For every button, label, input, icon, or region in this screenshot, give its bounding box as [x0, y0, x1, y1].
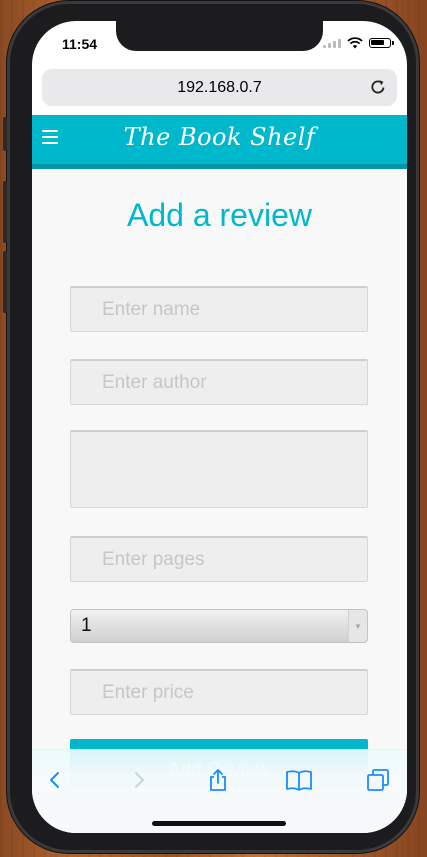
volume-down-button [3, 251, 7, 313]
rating-select[interactable]: 1 ▼ [70, 609, 368, 643]
review-form-area: Add a review 1 ▼ Add Review [32, 169, 407, 833]
back-icon[interactable] [44, 768, 68, 792]
description-textarea[interactable] [70, 430, 368, 508]
name-input[interactable] [70, 286, 368, 332]
tabs-icon[interactable] [366, 768, 390, 792]
phone-frame: 11:54 192.168.0.7 The Book Shelf Add a r… [3, 1, 419, 853]
signal-icon [323, 38, 341, 48]
pages-input[interactable] [70, 536, 368, 582]
forward-icon[interactable] [126, 768, 150, 792]
safari-toolbar [32, 749, 407, 833]
rating-value: 1 [81, 615, 92, 636]
screen: 11:54 192.168.0.7 The Book Shelf Add a r… [32, 21, 407, 833]
battery-icon [369, 38, 394, 48]
page-title: Add a review [127, 197, 312, 233]
status-icons [323, 36, 394, 50]
status-time: 11:54 [62, 36, 98, 52]
bookmarks-icon[interactable] [285, 768, 313, 792]
author-input[interactable] [70, 359, 368, 405]
site-brand[interactable]: The Book Shelf [32, 123, 407, 151]
reload-icon[interactable] [369, 78, 387, 96]
mute-switch [3, 117, 7, 151]
volume-up-button [3, 181, 7, 243]
home-indicator[interactable] [152, 821, 286, 826]
wifi-icon [347, 37, 363, 49]
notch [116, 21, 323, 51]
share-icon[interactable] [206, 768, 230, 792]
url-text: 192.168.0.7 [177, 78, 262, 96]
chevron-down-icon: ▼ [348, 610, 367, 642]
price-input[interactable] [70, 669, 368, 715]
address-bar[interactable]: 192.168.0.7 [42, 69, 397, 106]
site-header: The Book Shelf [32, 115, 407, 169]
